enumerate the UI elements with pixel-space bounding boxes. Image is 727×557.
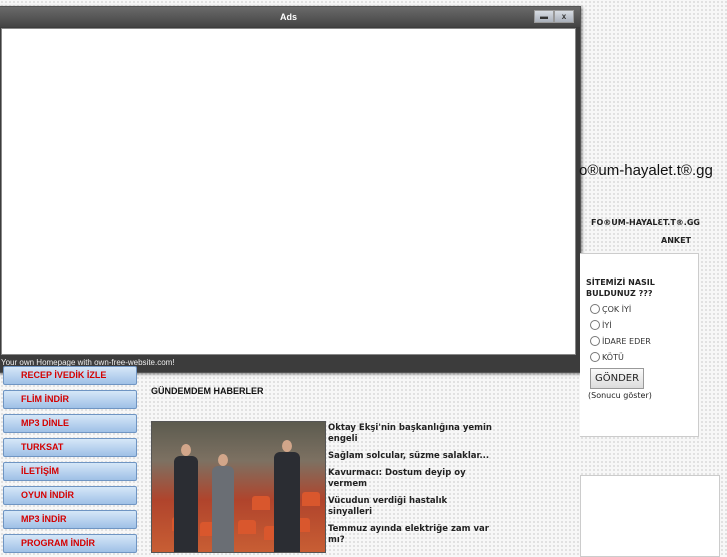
- news-link[interactable]: Kavurmacı: Dostum deyip oy vermem: [328, 468, 493, 490]
- radio-icon[interactable]: [590, 352, 600, 362]
- ads-content-area: [1, 28, 576, 355]
- nav-item-program-indir[interactable]: PROGRAM İNDİR: [3, 534, 137, 553]
- nav-item-turksat[interactable]: TURKSAT: [3, 438, 137, 457]
- site-title: o®um-hayalet.t®.gg: [579, 162, 713, 179]
- poll-option-2[interactable]: İYİ: [590, 320, 612, 330]
- news-link[interactable]: Vücudun verdiği hastalık sinyalleri: [328, 496, 493, 518]
- poll-question: SİTEMİZİ NASIL BULDUNUZ ???: [586, 278, 655, 298]
- ads-titlebar[interactable]: Ads ▬ x: [0, 7, 580, 27]
- ads-popup-window[interactable]: Ads ▬ x Your own Homepage with own-free-…: [0, 6, 581, 373]
- radio-icon[interactable]: [590, 304, 600, 314]
- poll-option-label: İDARE EDER: [602, 336, 651, 346]
- nav-item-mp3-dinle[interactable]: MP3 DİNLE: [3, 414, 137, 433]
- news-photo[interactable]: [151, 421, 326, 553]
- nav-item-mp3-indir[interactable]: MP3 İNDİR: [3, 510, 137, 529]
- poll-option-label: KÖTÜ: [602, 352, 624, 362]
- close-button[interactable]: x: [554, 10, 574, 23]
- poll-results-link[interactable]: (Sonucu göster): [588, 391, 652, 400]
- ads-title: Ads: [279, 12, 297, 22]
- radio-icon[interactable]: [590, 336, 600, 346]
- news-link[interactable]: Temmuz ayında elektriğe zam var mı?: [328, 524, 493, 546]
- radio-icon[interactable]: [590, 320, 600, 330]
- poll-box: SİTEMİZİ NASIL BULDUNUZ ??? ÇOK İYİ İYİ …: [580, 253, 699, 437]
- minimize-button[interactable]: ▬: [534, 10, 554, 23]
- news-link[interactable]: Sağlam solcular, süzme salaklar...: [328, 451, 493, 462]
- news-list: Oktay Ekşi'nin başkanlığına yemin engeli…: [328, 423, 493, 552]
- nav-item-film-indir[interactable]: FLİM İNDİR: [3, 390, 137, 409]
- poll-label: ANKET: [661, 236, 692, 245]
- news-link[interactable]: Oktay Ekşi'nin başkanlığına yemin engeli: [328, 423, 493, 445]
- nav-item-oyun-indir[interactable]: OYUN İNDİR: [3, 486, 137, 505]
- poll-option-1[interactable]: ÇOK İYİ: [590, 304, 631, 314]
- poll-option-4[interactable]: KÖTÜ: [590, 352, 624, 362]
- poll-option-label: ÇOK İYİ: [602, 304, 632, 314]
- poll-option-3[interactable]: İDARE EDER: [590, 336, 651, 346]
- news-heading: GÜNDEMDEM HABERLER: [151, 386, 264, 396]
- nav-item-iletisim[interactable]: İLETİŞİM: [3, 462, 137, 481]
- poll-submit-button[interactable]: GÖNDER: [590, 368, 645, 389]
- poll-option-label: İYİ: [602, 320, 612, 330]
- site-brand-link[interactable]: FO®UM-HAYALƐT.T®.GG: [591, 218, 700, 227]
- nav-item-recep-ivedik[interactable]: RECEP İVEDİK İZLE: [3, 366, 137, 385]
